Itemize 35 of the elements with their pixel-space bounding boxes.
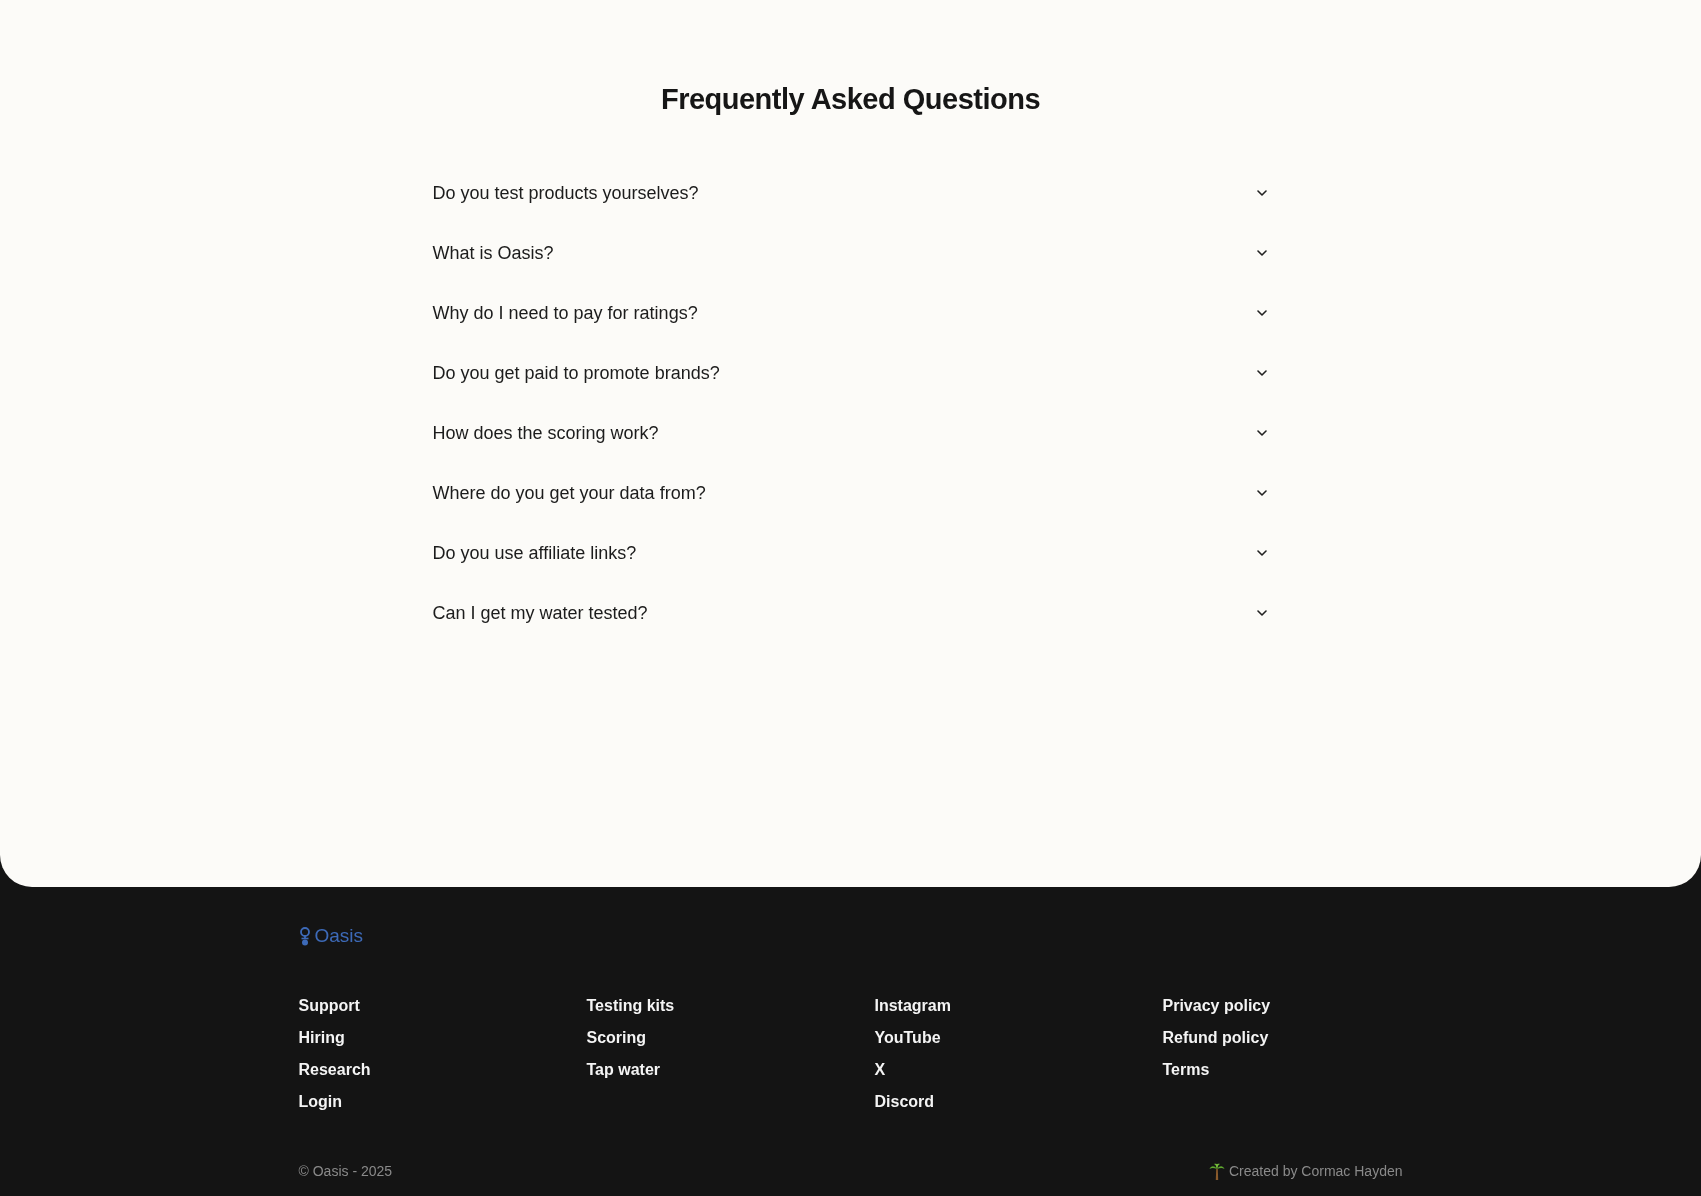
footer-link[interactable]: Discord bbox=[874, 1086, 935, 1118]
chevron-icon bbox=[1256, 550, 1267, 556]
faq-question[interactable]: Do you use affiliate links? bbox=[432, 523, 1269, 583]
chevron-icon bbox=[1256, 310, 1267, 316]
chevron-icon bbox=[1256, 490, 1267, 496]
faq-question[interactable]: Why do I need to pay for ratings? bbox=[432, 283, 1269, 343]
faq-question[interactable]: Can I get my water tested? bbox=[432, 583, 1269, 643]
footer-link[interactable]: Scoring bbox=[586, 1022, 647, 1054]
footer-link[interactable]: Terms bbox=[1162, 1054, 1210, 1086]
footer-link[interactable]: X bbox=[874, 1054, 886, 1086]
footer-link[interactable]: Hiring bbox=[298, 1022, 345, 1054]
faq-question[interactable]: What is Oasis? bbox=[432, 223, 1269, 283]
credit-text: Created by Cormac Hayden bbox=[1228, 1162, 1403, 1181]
chevron-icon bbox=[1256, 430, 1267, 436]
footer-link[interactable]: Refund policy bbox=[1162, 1022, 1269, 1054]
footer-link[interactable]: Testing kits bbox=[586, 990, 675, 1022]
faq-question[interactable]: Where do you get your data from? bbox=[432, 463, 1269, 523]
faq-title: Frequently Asked Questions bbox=[660, 82, 1041, 116]
faq-question[interactable]: Do you get paid to promote brands? bbox=[432, 343, 1269, 403]
footer-link[interactable]: Support bbox=[298, 990, 360, 1022]
footer-link[interactable]: Instagram bbox=[874, 990, 951, 1022]
footer-link[interactable]: Research bbox=[298, 1054, 371, 1086]
copyright-text: © Oasis - 2025 bbox=[298, 1162, 393, 1181]
footer-link[interactable]: Tap water bbox=[586, 1054, 660, 1086]
chevron-icon bbox=[1256, 190, 1267, 196]
logo-icon bbox=[298, 926, 311, 946]
chevron-icon bbox=[1256, 610, 1267, 616]
chevron-icon bbox=[1256, 370, 1267, 376]
faq-question[interactable]: How does the scoring work? bbox=[432, 403, 1269, 463]
faq-question[interactable]: Do you test products yourselves? bbox=[432, 163, 1269, 223]
footer-link[interactable]: Login bbox=[298, 1086, 343, 1118]
chevron-icon bbox=[1256, 250, 1267, 256]
footer-link[interactable]: Privacy policy bbox=[1162, 990, 1271, 1022]
footer-link[interactable]: YouTube bbox=[874, 1022, 941, 1054]
palm-tree-icon bbox=[1208, 1162, 1225, 1180]
